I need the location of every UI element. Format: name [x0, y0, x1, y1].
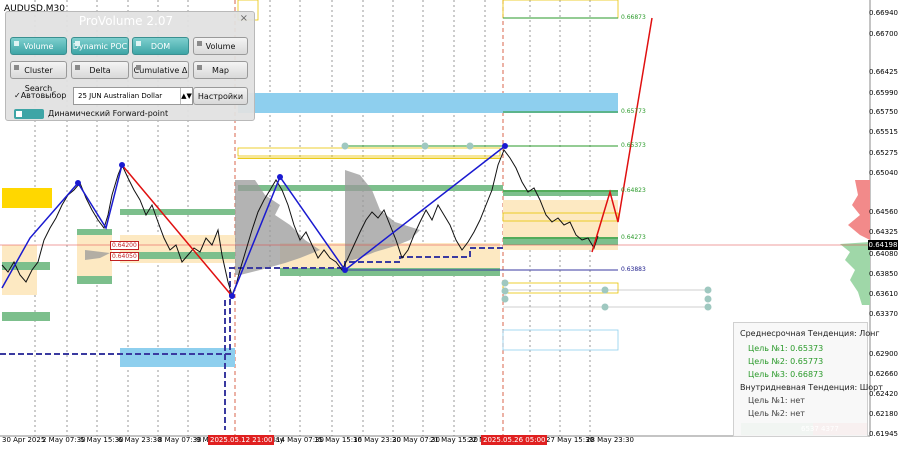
price-tick: 0.66425: [869, 68, 898, 76]
button-indicator-icon: [197, 41, 202, 46]
medium-trend-title: Среднесрочная Тенденция: Лонг: [740, 329, 880, 338]
check-icon: ✓: [14, 91, 21, 100]
short-target: Цель №2: нет: [748, 409, 805, 418]
price-tick: 0.63370: [869, 310, 898, 318]
price-tick: 0.64560: [869, 208, 898, 216]
instrument-select[interactable]: 25 JUN Australian Dollar ▲▼: [73, 87, 193, 105]
settings-button[interactable]: Настройки: [193, 87, 248, 105]
button-indicator-icon: [75, 41, 80, 46]
chevron-down-icon: ▲▼: [180, 88, 192, 104]
buy-volume-value: 6537: [801, 425, 819, 433]
short-target: Цель №1: нет: [748, 396, 805, 405]
green-zone: [2, 262, 50, 270]
price-tick: 0.63610: [869, 290, 898, 298]
dom-histogram: [840, 180, 870, 305]
price-tick: 0.62900: [869, 350, 898, 358]
long-target: Цель №3: 0.66873: [748, 370, 824, 379]
level-label: 0.63883: [621, 266, 646, 273]
price-tick: 0.64325: [869, 228, 898, 236]
forward-point-toggle[interactable]: [14, 109, 44, 119]
button-indicator-icon: [197, 65, 202, 70]
dynamic-poc-button[interactable]: Dynamic POC: [71, 37, 129, 55]
price-tag: 0.64200: [110, 241, 139, 250]
intraday-trend-title: Внутридневная Тенденция: Шорт: [740, 383, 883, 392]
time-tick: 6 May 23:30: [118, 436, 162, 444]
long-target: Цель №2: 0.65773: [748, 357, 824, 366]
volume-profile-button[interactable]: Volume Profile: [10, 37, 67, 69]
price-tag: 0.64050: [110, 252, 139, 261]
level-label: 0.64823: [621, 187, 646, 194]
button-label: Настройки: [197, 92, 244, 101]
forward-point-label: Динамический Forward-point: [48, 109, 169, 118]
green-zone: [77, 276, 112, 284]
green-zone: [280, 268, 500, 276]
price-tick: 0.66700: [869, 30, 898, 38]
trend-info-box: Среднесрочная Тенденция: Лонг Цель №1: 0…: [733, 322, 883, 437]
provolume-panel[interactable]: ProVolume 2.07 × Volume Profile Dynamic …: [5, 11, 255, 121]
dom-button[interactable]: DOM: [132, 37, 189, 55]
price-tick: 0.65750: [869, 108, 898, 116]
level-label: 0.64273: [621, 234, 646, 241]
button-label: Cumulative Δ: [133, 66, 188, 75]
price-tick: 0.65275: [869, 149, 898, 157]
map-button[interactable]: Map: [193, 61, 248, 79]
delta-button[interactable]: Delta: [71, 61, 129, 79]
price-tick: 0.62180: [869, 410, 898, 418]
checkbox-label: Автовыбор: [20, 91, 67, 100]
price-tick: 0.65040: [869, 169, 898, 177]
sell-volume-value: 4377: [821, 425, 839, 433]
level-label: 0.65773: [621, 108, 646, 115]
cumulative-delta-button[interactable]: Cumulative Δ: [132, 61, 189, 79]
button-label: Cluster Search: [24, 66, 53, 93]
button-indicator-icon: [14, 65, 19, 70]
button-indicator-icon: [14, 41, 19, 46]
time-highlight: 2025.05.12 21:00: [208, 435, 275, 445]
button-label: Volume: [205, 42, 236, 51]
green-zone: [120, 209, 235, 215]
price-tick: 0.62660: [869, 370, 898, 378]
price-tick: 0.66940: [869, 9, 898, 17]
instrument-value: 25 JUN Australian Dollar: [78, 92, 163, 100]
time-tick: 30 Apr 2025: [2, 436, 46, 444]
price-tick: 0.61945: [869, 430, 898, 438]
level-label: 0.66873: [621, 14, 646, 21]
volume-button[interactable]: Volume: [193, 37, 248, 55]
time-highlight: 2025.05.26 05:00: [481, 435, 548, 445]
close-icon[interactable]: ×: [240, 13, 248, 24]
button-indicator-icon: [136, 65, 141, 70]
zigzag-red: [121, 164, 233, 297]
cyan-zone: [120, 348, 235, 367]
button-label: DOM: [150, 42, 171, 51]
green-zone: [77, 229, 112, 235]
button-label: Delta: [89, 66, 111, 75]
long-target: Цель №1: 0.65373: [748, 344, 824, 353]
price-tick: 0.64080: [869, 250, 898, 258]
button-indicator-icon: [75, 65, 80, 70]
auto-select-checkbox[interactable]: ✓Автовыбор: [14, 91, 66, 100]
cluster-search-button[interactable]: Cluster Search: [10, 61, 67, 93]
button-label: Dynamic POC: [72, 42, 128, 51]
yellow-zone: [2, 188, 52, 208]
cyan-outline-box: [502, 329, 619, 351]
price-tick: 0.63850: [869, 270, 898, 278]
time-tick: 28 May 23:30: [586, 436, 635, 444]
current-price-badge: 0.64198: [868, 240, 898, 250]
button-indicator-icon: [136, 41, 141, 46]
price-tick: 0.65515: [869, 128, 898, 136]
price-tick: 0.65990: [869, 89, 898, 97]
button-label: Map: [212, 66, 229, 75]
level-label: 0.65373: [621, 142, 646, 149]
panel-title: ProVolume 2.07: [78, 14, 174, 28]
green-zone: [2, 312, 50, 321]
cyan-zone: [238, 93, 618, 113]
